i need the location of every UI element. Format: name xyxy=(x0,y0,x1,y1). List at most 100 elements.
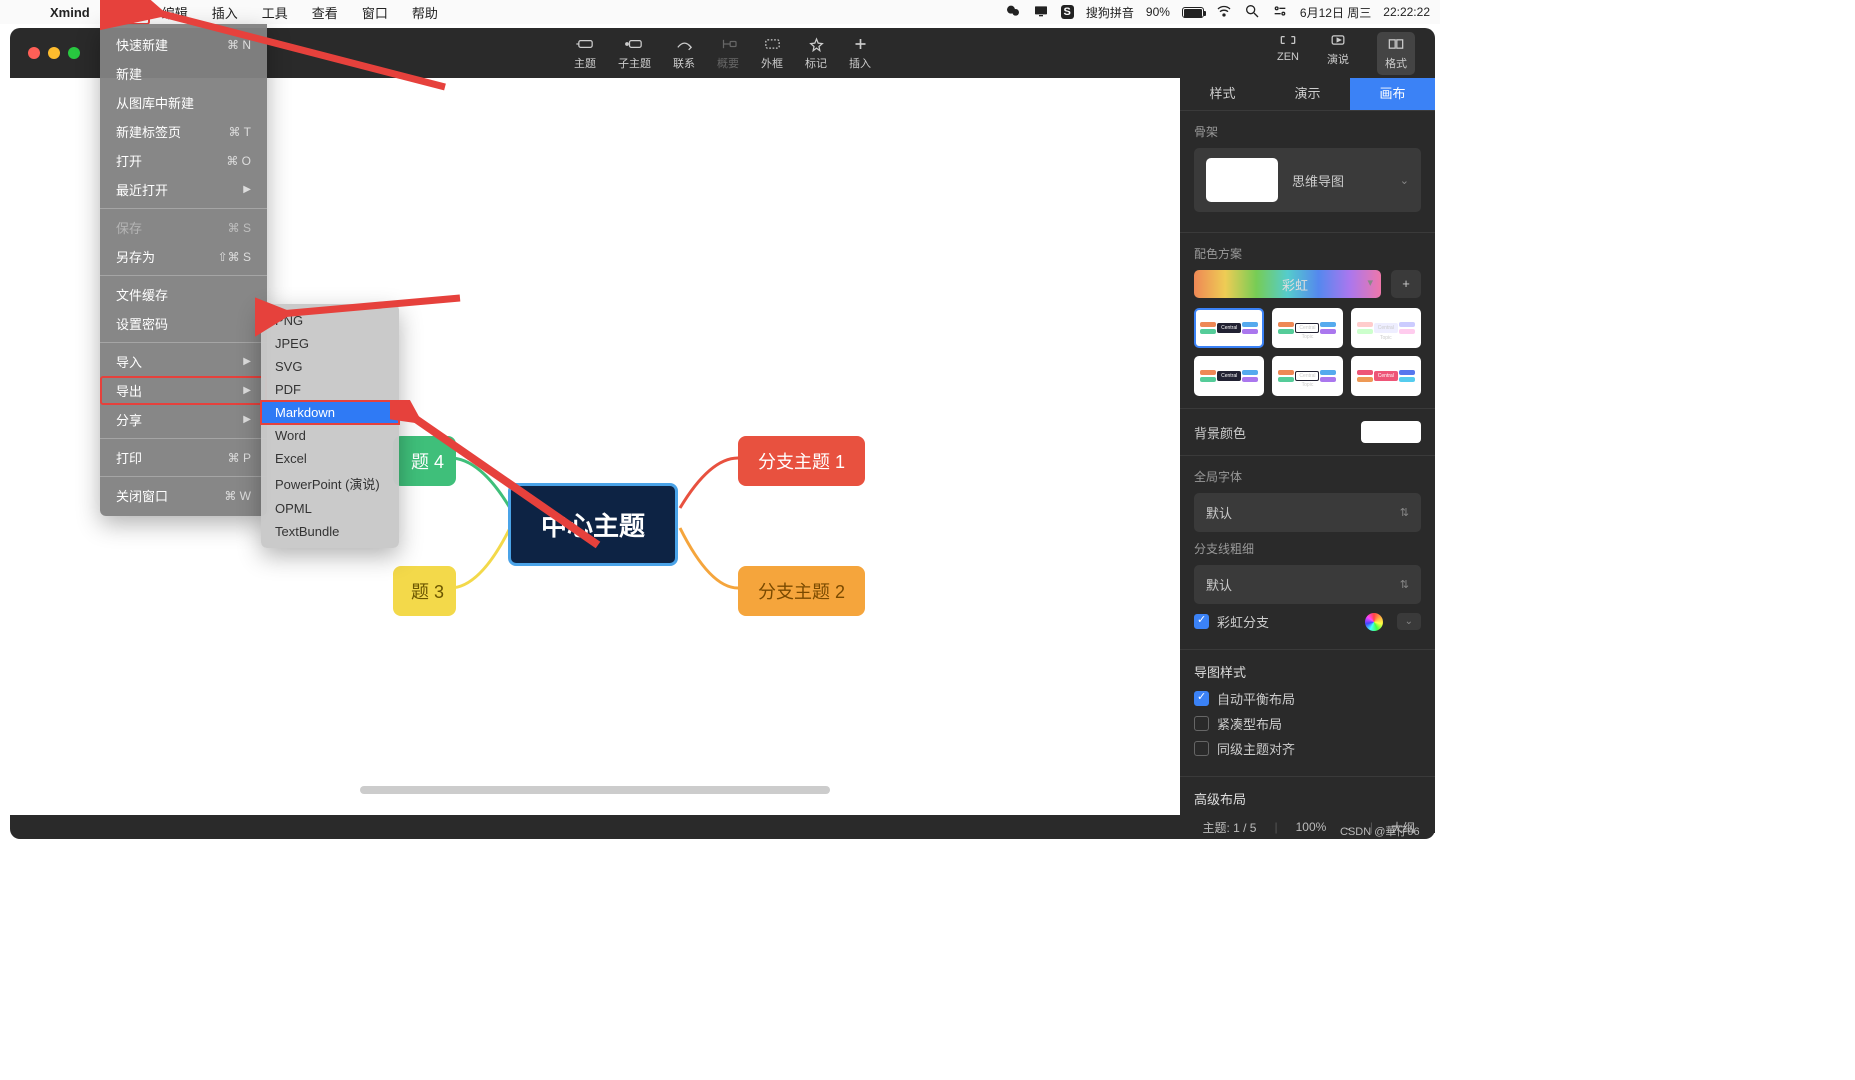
file-menu-item[interactable]: 新建 xyxy=(100,59,267,88)
window-controls xyxy=(10,47,80,59)
skeleton-select[interactable]: 思维导图 ⌄ xyxy=(1194,148,1421,212)
export-menu-item[interactable]: OPML xyxy=(261,497,399,520)
status-bar: 主题: 1 / 5 | 100%⌄ | 大纲 xyxy=(10,815,1435,839)
branch-topic-4[interactable]: 题 4 xyxy=(393,436,456,486)
file-menu-item[interactable]: 文件缓存 xyxy=(100,280,267,309)
stepper-icon: ⇅ xyxy=(1400,506,1409,519)
export-menu-item[interactable]: PowerPoint (演说) xyxy=(261,470,399,497)
file-menu-item[interactable]: 打开⌘ O xyxy=(100,146,267,175)
rainbow-color-icon[interactable] xyxy=(1365,613,1383,631)
menu-help[interactable]: 帮助 xyxy=(400,0,450,25)
file-menu-item[interactable]: 最近打开▶ xyxy=(100,175,267,204)
menubar-time[interactable]: 22:22:22 xyxy=(1383,5,1430,19)
toolbar-format[interactable]: 格式 xyxy=(1377,32,1415,75)
bg-color-swatch[interactable] xyxy=(1361,421,1421,443)
advanced-label: 高级布局 xyxy=(1194,789,1421,808)
tab-canvas[interactable]: 画布 xyxy=(1350,78,1435,110)
theme-thumb[interactable]: Central Topic xyxy=(1194,356,1264,396)
tab-style[interactable]: 样式 xyxy=(1180,78,1265,110)
branch-topic-1[interactable]: 分支主题 1 xyxy=(738,436,865,486)
export-menu-item[interactable]: Markdown xyxy=(261,401,399,424)
wechat-icon[interactable] xyxy=(1005,3,1021,22)
color-scheme-select[interactable]: 彩虹 xyxy=(1194,270,1381,298)
close-window-button[interactable] xyxy=(28,47,40,59)
export-menu-item[interactable]: PNG xyxy=(261,309,399,332)
minimize-window-button[interactable] xyxy=(48,47,60,59)
file-menu-item[interactable]: 导入▶ xyxy=(100,347,267,376)
wifi-icon[interactable] xyxy=(1216,3,1232,22)
font-select[interactable]: 默认⇅ xyxy=(1194,493,1421,532)
file-menu-item[interactable]: 新建标签页⌘ T xyxy=(100,117,267,146)
toolbar-marker[interactable]: 标记 xyxy=(805,36,827,71)
menu-separator xyxy=(100,476,267,477)
app-name[interactable]: Xmind xyxy=(40,5,100,20)
auto-balance-checkbox[interactable] xyxy=(1194,691,1209,706)
chevron-right-icon: ▶ xyxy=(243,414,251,425)
skeleton-label: 骨架 xyxy=(1194,123,1421,140)
toolbar-topic[interactable]: 主题 xyxy=(574,36,596,71)
menu-separator xyxy=(100,438,267,439)
theme-thumb[interactable]: Central Topic xyxy=(1351,356,1421,396)
menu-view[interactable]: 查看 xyxy=(300,0,350,25)
line-select[interactable]: 默认⇅ xyxy=(1194,565,1421,604)
toolbar-boundary[interactable]: 外框 xyxy=(761,36,783,71)
export-menu-item[interactable]: SVG xyxy=(261,355,399,378)
theme-thumb[interactable]: Central Topic xyxy=(1272,356,1342,396)
ime-name[interactable]: 搜狗拼音 xyxy=(1086,4,1134,21)
toolbar-insert[interactable]: 插入 xyxy=(849,36,871,71)
branch-topic-3[interactable]: 题 3 xyxy=(393,566,456,616)
file-menu-item[interactable]: 快速新建⌘ N xyxy=(100,30,267,59)
theme-thumb[interactable]: Central Topic xyxy=(1194,308,1264,348)
chevron-down-icon: ⌄ xyxy=(1400,174,1409,187)
menu-edit[interactable]: 编辑 xyxy=(150,0,200,25)
branch-topic-2[interactable]: 分支主题 2 xyxy=(738,566,865,616)
toolbar-subtopic[interactable]: 子主题 xyxy=(618,36,651,71)
toolbar-pitch[interactable]: 演说 xyxy=(1327,32,1349,75)
file-menu-item[interactable]: 打印⌘ P xyxy=(100,443,267,472)
file-menu-item[interactable]: 另存为⇧⌘ S xyxy=(100,242,267,271)
rainbow-branch-label: 彩虹分支 xyxy=(1217,612,1269,631)
control-center-icon[interactable] xyxy=(1272,3,1288,22)
center-topic[interactable]: 中心主题 xyxy=(508,483,678,566)
horizontal-scrollbar[interactable] xyxy=(360,786,830,794)
menu-window[interactable]: 窗口 xyxy=(350,0,400,25)
display-icon[interactable] xyxy=(1033,3,1049,22)
compact-checkbox[interactable] xyxy=(1194,716,1209,731)
tab-pitch[interactable]: 演示 xyxy=(1265,78,1350,110)
file-menu-item: 保存⌘ S xyxy=(100,213,267,242)
menu-separator xyxy=(100,208,267,209)
zoom-level[interactable]: 100% xyxy=(1296,820,1327,834)
add-scheme-button[interactable]: + xyxy=(1391,270,1421,298)
export-menu-item[interactable]: Word xyxy=(261,424,399,447)
menu-tools[interactable]: 工具 xyxy=(250,0,300,25)
menu-file[interactable]: 文件 xyxy=(100,0,150,25)
file-menu-item[interactable]: 关闭窗口⌘ W xyxy=(100,481,267,510)
file-menu-item[interactable]: 从图库中新建 xyxy=(100,88,267,117)
ime-indicator-icon[interactable]: S xyxy=(1061,5,1074,19)
menu-insert[interactable]: 插入 xyxy=(200,0,250,25)
file-menu-item[interactable]: 导出▶ xyxy=(100,376,267,405)
rainbow-branch-checkbox[interactable] xyxy=(1194,614,1209,629)
export-menu-item[interactable]: JPEG xyxy=(261,332,399,355)
file-menu-item[interactable]: 设置密码 xyxy=(100,309,267,338)
toolbar-relationship[interactable]: 联系 xyxy=(673,36,695,71)
export-menu-item[interactable]: Excel xyxy=(261,447,399,470)
menubar-date[interactable]: 6月12日 周三 xyxy=(1300,4,1371,21)
export-menu-item[interactable]: PDF xyxy=(261,378,399,401)
file-dropdown-menu: 快速新建⌘ N新建从图库中新建新建标签页⌘ T打开⌘ O最近打开▶ 保存⌘ S另存… xyxy=(100,24,267,516)
theme-thumb[interactable]: Central Topic xyxy=(1351,308,1421,348)
stepper-icon: ⇅ xyxy=(1400,578,1409,591)
maximize-window-button[interactable] xyxy=(68,47,80,59)
menu-separator xyxy=(100,342,267,343)
theme-thumb[interactable]: Central Topic xyxy=(1272,308,1342,348)
font-label: 全局字体 xyxy=(1194,468,1421,485)
battery-percent: 90% xyxy=(1146,5,1170,19)
export-menu-item[interactable]: TextBundle xyxy=(261,520,399,543)
same-level-checkbox[interactable] xyxy=(1194,741,1209,756)
file-menu-item[interactable]: 分享▶ xyxy=(100,405,267,434)
spotlight-icon[interactable] xyxy=(1244,3,1260,22)
toolbar-zen[interactable]: ZEN xyxy=(1277,32,1299,75)
panel-tabs: 样式 演示 画布 xyxy=(1180,78,1435,110)
battery-icon[interactable] xyxy=(1182,7,1204,18)
chevron-down-icon[interactable]: ⌄ xyxy=(1397,613,1421,630)
